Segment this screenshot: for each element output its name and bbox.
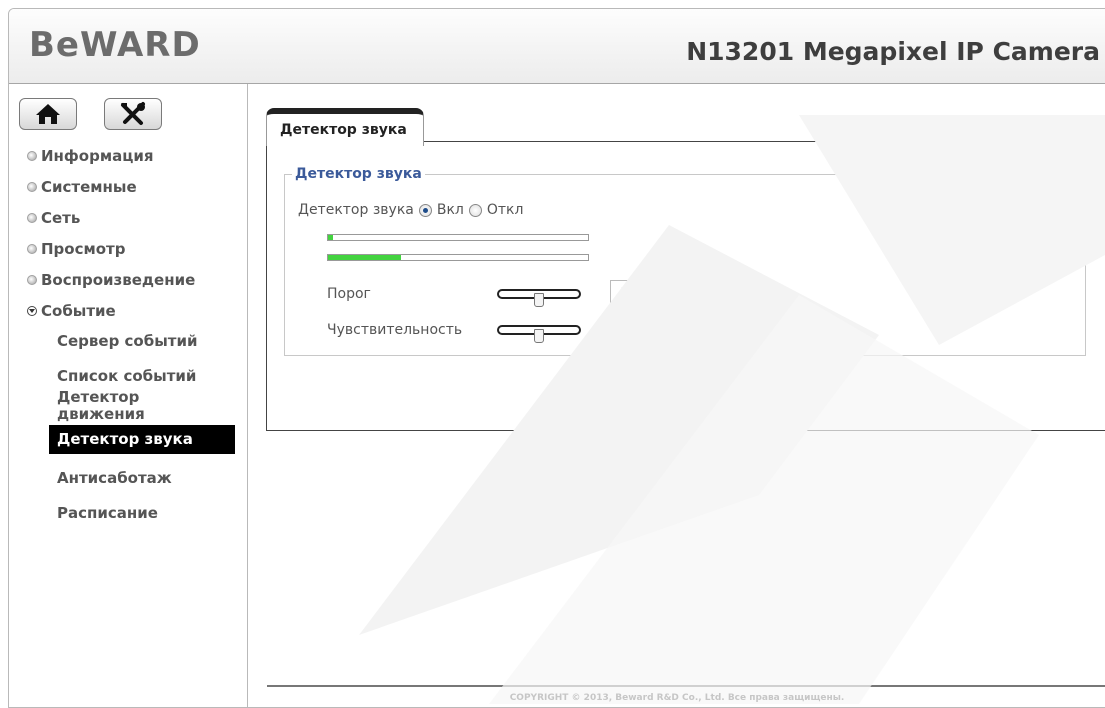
menu-label: Сеть: [41, 208, 81, 227]
menu-label: Системные: [41, 177, 137, 196]
main-content: Детектор звука Детектор звука Детектор з…: [248, 84, 1105, 707]
footer-divider: [267, 685, 1105, 687]
mode-label: Детектор звука: [298, 202, 414, 218]
tab-sound-detector[interactable]: Детектор звука: [266, 108, 424, 146]
bullet-icon: [27, 181, 37, 192]
submenu-item-schedule[interactable]: Расписание: [53, 503, 235, 524]
copyright-footer: COPYRIGHT © 2013, Beward R&D Co., Ltd. В…: [509, 693, 845, 703]
threshold-value[interactable]: 50: [610, 280, 650, 307]
main-menu: Информация Системные Сеть Просмотр Воспр…: [27, 140, 195, 326]
sensitivity-label: Чувствительность: [327, 321, 463, 338]
fieldset-legend: Детектор звука: [295, 166, 422, 182]
sensitivity-slider-thumb[interactable]: [534, 328, 544, 343]
menu-label: Просмотр: [41, 239, 126, 258]
threshold-slider[interactable]: [497, 288, 581, 307]
threshold-row: Порог 50: [327, 280, 650, 307]
sensitivity-slider[interactable]: [497, 324, 581, 343]
sound-detector-fieldset: Детектор звука Детектор звука Вкл Откл П…: [284, 166, 1086, 356]
current-level-bar: [327, 234, 589, 241]
submenu-item-motion-detector[interactable]: Детектор движения: [53, 387, 171, 425]
radio-on-label: Вкл: [436, 202, 464, 218]
sidebar: Информация Системные Сеть Просмотр Воспр…: [9, 84, 248, 707]
threshold-level-bar: [327, 254, 589, 261]
expanded-bullet-icon: [27, 305, 37, 316]
cancel-button[interactable]: Отменить: [701, 378, 799, 403]
beward-logo: BeWARD: [29, 25, 201, 65]
save-button[interactable]: Сохранить: [554, 378, 657, 403]
submenu-item-event-server[interactable]: Сервер событий: [53, 331, 235, 352]
header: BeWARD N13201 Megapixel IP Camera: [9, 9, 1105, 84]
threshold-label: Порог: [327, 285, 371, 302]
submenu-item-sound-detector[interactable]: Детектор звука: [49, 425, 235, 454]
sensitivity-value[interactable]: 50: [610, 316, 650, 343]
menu-item-playback[interactable]: Воспроизведение: [27, 264, 195, 295]
bullet-icon: [27, 243, 37, 254]
settings-panel: Детектор звука Детектор звука Вкл Откл П…: [266, 141, 1105, 431]
menu-item-info[interactable]: Информация: [27, 140, 195, 171]
tools-icon: [121, 102, 145, 125]
submenu-item-event-list[interactable]: Список событий: [53, 366, 235, 387]
threshold-slider-thumb[interactable]: [534, 292, 544, 307]
settings-button[interactable]: [104, 98, 162, 130]
menu-item-network[interactable]: Сеть: [27, 202, 195, 233]
event-submenu: Сервер событий Список событий Детектор д…: [49, 331, 235, 524]
bullet-icon: [27, 212, 37, 223]
home-button[interactable]: [19, 98, 77, 130]
home-icon: [36, 104, 60, 124]
menu-label: Событие: [41, 301, 116, 320]
menu-label: Воспроизведение: [41, 270, 196, 289]
camera-window: BeWARD N13201 Megapixel IP Camera Информ…: [8, 8, 1105, 708]
radio-on[interactable]: [418, 203, 432, 217]
menu-item-event[interactable]: Событие: [27, 295, 195, 326]
radio-off-label: Откл: [486, 202, 524, 218]
bullet-icon: [27, 274, 37, 285]
sensitivity-row: Чувствительность 50: [327, 316, 650, 343]
menu-item-system[interactable]: Системные: [27, 171, 195, 202]
current-level-fill: [328, 235, 334, 240]
threshold-level-fill: [328, 255, 401, 260]
mode-row: Детектор звука Вкл Откл: [298, 202, 523, 218]
submenu-item-tamper[interactable]: Антисаботаж: [53, 468, 235, 489]
bullet-icon: [27, 150, 37, 161]
radio-off[interactable]: [468, 203, 482, 217]
menu-label: Информация: [41, 146, 154, 165]
menu-item-view[interactable]: Просмотр: [27, 233, 195, 264]
camera-title: N13201 Megapixel IP Camera: [686, 37, 1100, 66]
